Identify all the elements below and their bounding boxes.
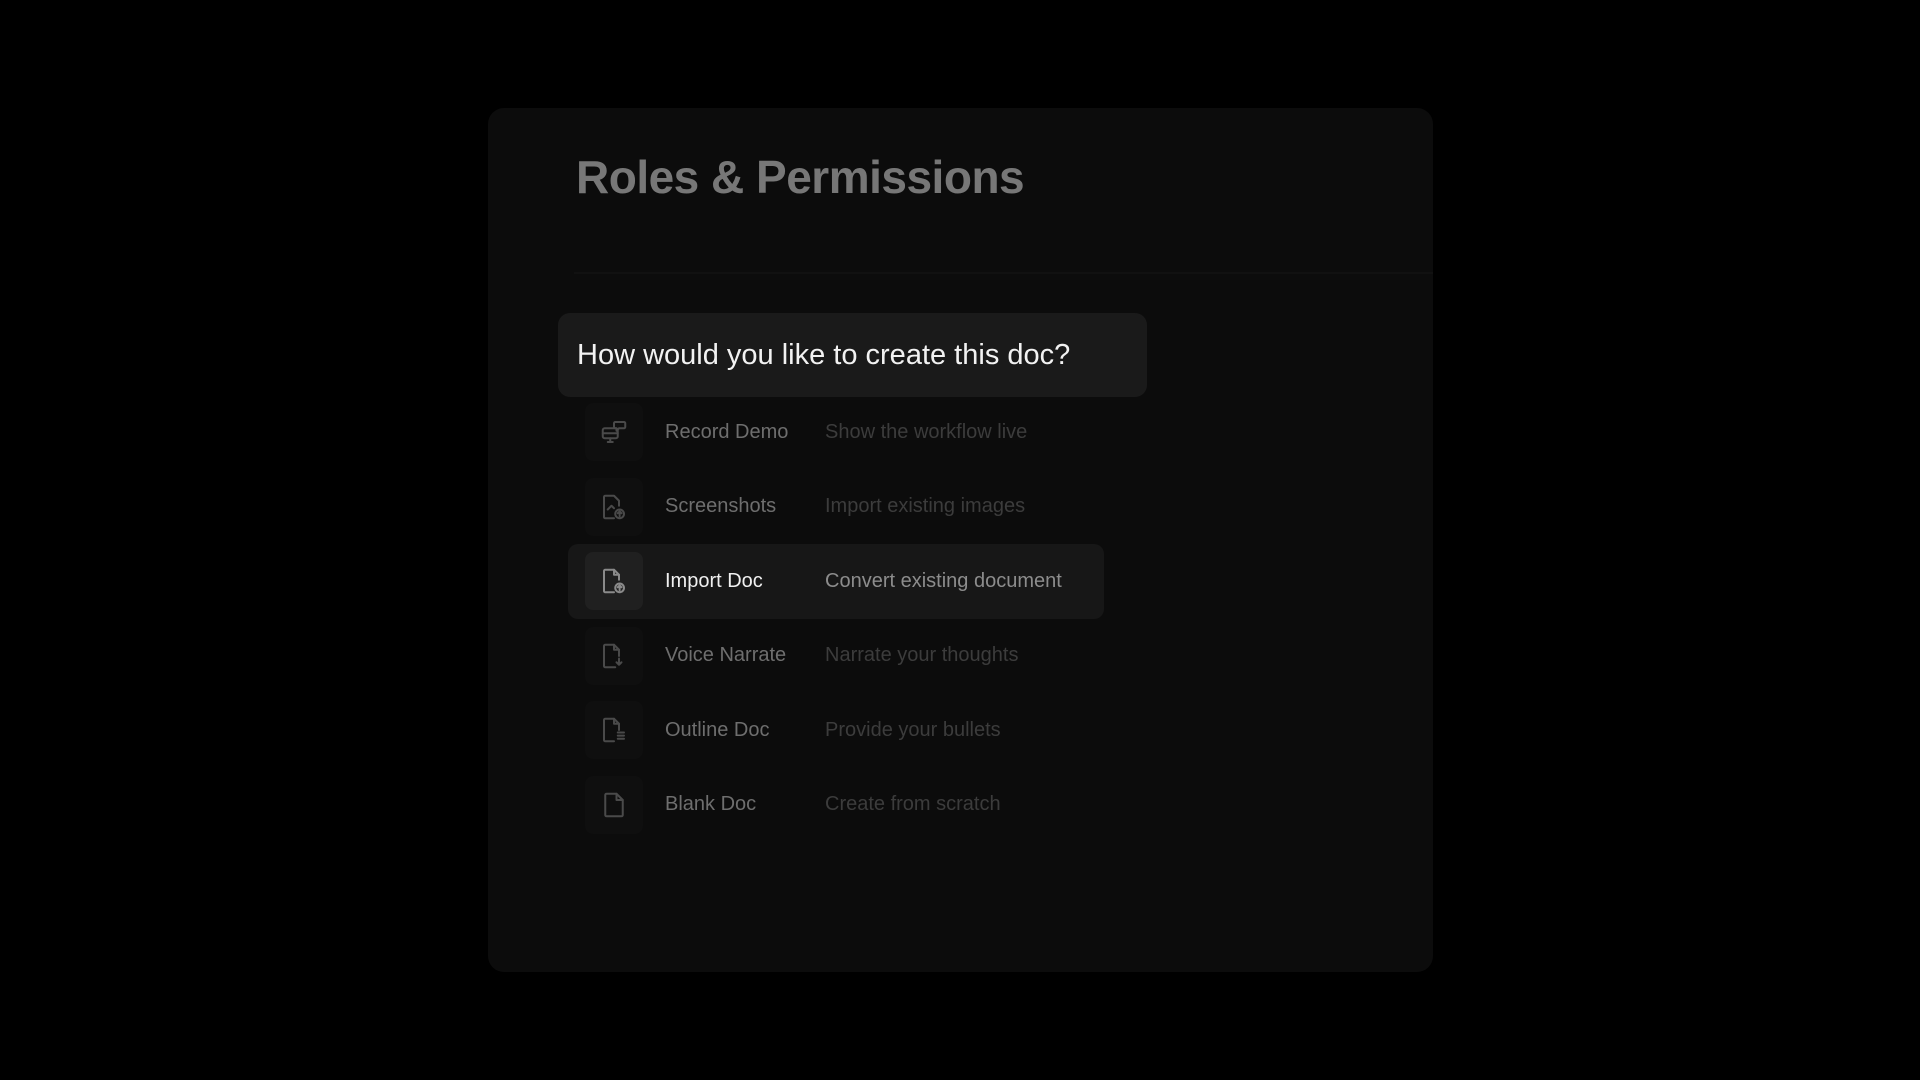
create-doc-prompt: How would you like to create this doc? [558,313,1147,397]
option-description: Import existing images [825,495,1026,518]
option-label: Voice Narrate [665,644,787,667]
option-description: Narrate your thoughts [825,644,1019,667]
option-label: Outline Doc [665,718,770,741]
option-outline-doc[interactable]: Outline Doc Provide your bullets [568,693,1104,768]
option-description: Create from scratch [825,793,1001,816]
option-description: Show the workflow live [825,420,1028,443]
blank-file-icon [585,775,643,834]
option-record-demo[interactable]: Record Demo Show the workflow live [568,395,1104,470]
option-voice-narrate[interactable]: Voice Narrate Narrate your thoughts [568,619,1104,694]
option-description: Convert existing document [825,569,1062,592]
title-divider [574,272,1433,274]
prompt-text: How would you like to create this doc? [577,338,1071,371]
option-description: Provide your bullets [825,718,1001,741]
option-label: Record Demo [665,420,789,443]
option-blank-doc[interactable]: Blank Doc Create from scratch [568,768,1104,843]
option-label: Screenshots [665,495,777,518]
option-screenshots[interactable]: Screenshots Import existing images [568,470,1104,545]
file-upload-icon [585,552,643,611]
option-label: Blank Doc [665,793,757,816]
file-list-icon [585,701,643,760]
option-label: Import Doc [665,569,763,592]
create-options-list: Record Demo Show the workflow live Scree… [568,395,1104,842]
option-import-doc[interactable]: Import Doc Convert existing document [568,544,1104,619]
image-file-upload-icon [585,477,643,536]
file-mic-icon [585,626,643,685]
page-title: Roles & Permissions [576,151,1025,203]
monitor-chat-icon [585,403,643,462]
